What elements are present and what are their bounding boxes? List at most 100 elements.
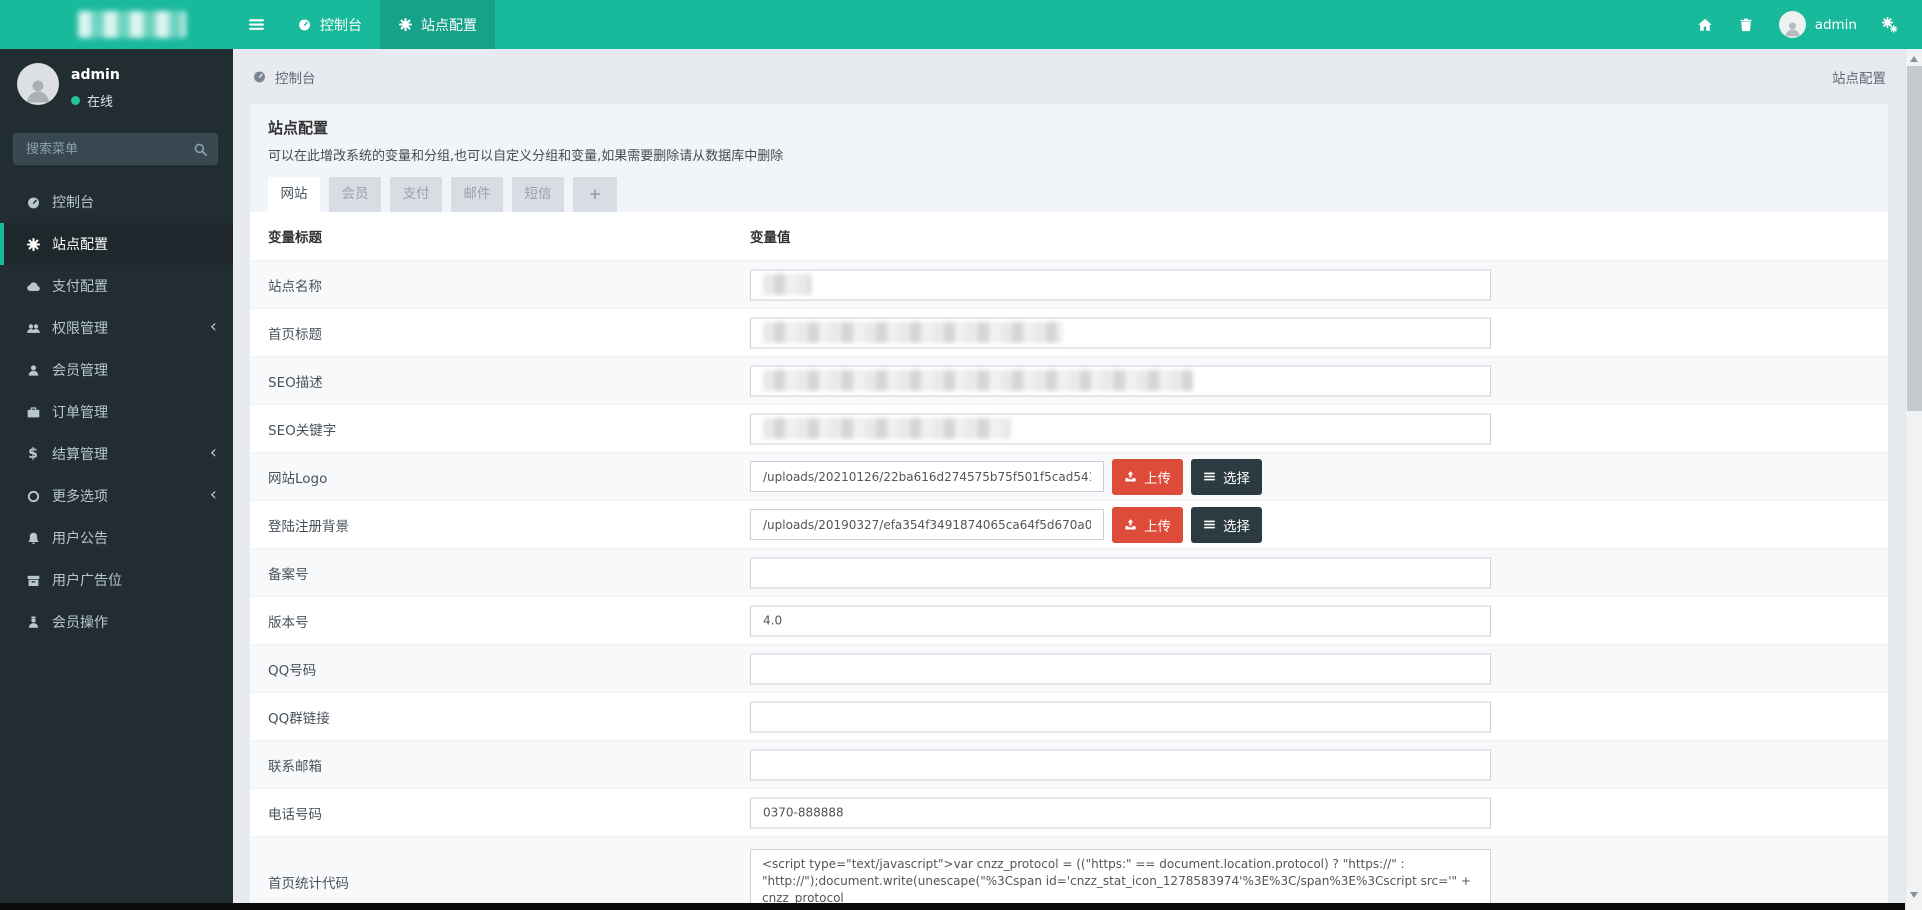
- app-logo[interactable]: [0, 0, 233, 49]
- user-icon: [28, 364, 38, 376]
- row-input-icp[interactable]: [750, 557, 1491, 588]
- gear-icon: [26, 237, 40, 251]
- row-label: 网站Logo: [268, 470, 328, 487]
- sidebar-item-settlement[interactable]: $ 结算管理 ‹: [0, 433, 233, 475]
- table-row-seo-desc: SEO描述: [250, 356, 1888, 404]
- sidebar-item-order[interactable]: 订单管理: [0, 391, 233, 433]
- row-textarea-stats-code[interactable]: [750, 849, 1491, 903]
- table-row-qq: QQ号码: [250, 644, 1888, 692]
- row-value: [750, 557, 1491, 588]
- row-value: [750, 269, 1491, 300]
- redacted-value-block: [763, 418, 1011, 439]
- table-header: 变量标题 变量值: [250, 212, 1888, 260]
- row-value: [750, 797, 1491, 828]
- scrollbar-down-arrow-icon[interactable]: [1910, 892, 1918, 898]
- choose-button[interactable]: 选择: [1191, 506, 1262, 543]
- user-status: 在线: [71, 91, 120, 110]
- row-input-site-name[interactable]: [750, 269, 1491, 300]
- top-navigation: 控制台 站点配置: [233, 0, 495, 49]
- row-value: [750, 701, 1491, 732]
- row-value: 上传选择: [750, 458, 1262, 495]
- tab-add[interactable]: +: [573, 177, 617, 212]
- sidebar-item-permission[interactable]: 权限管理 ‹: [0, 307, 233, 349]
- home-button[interactable]: [1697, 17, 1713, 33]
- row-input-version[interactable]: [750, 605, 1491, 636]
- table-row-site-name: 站点名称: [250, 260, 1888, 308]
- main-content: 控制台 站点配置 站点配置 可以在此增改系统的变量和分组,也可以自定义分组和变量…: [233, 49, 1905, 903]
- config-tabs: 网站 会员 支付 邮件 短信 +: [268, 177, 1870, 212]
- sidebar-search: [13, 133, 218, 165]
- tab-sms[interactable]: 短信: [512, 177, 564, 212]
- scrollbar-up-arrow-icon[interactable]: [1910, 56, 1918, 62]
- row-input-site-logo[interactable]: [750, 461, 1104, 492]
- topnav-item-console[interactable]: 控制台: [279, 0, 380, 49]
- search-input[interactable]: [14, 134, 217, 164]
- user-name: admin: [71, 67, 120, 83]
- operator-icon: [28, 616, 38, 628]
- config-table-body: 站点名称首页标题SEO描述SEO关键字网站Logo上传选择登陆注册背景上传选择备…: [250, 260, 1888, 903]
- row-value: [750, 365, 1491, 396]
- row-value: 上传选择: [750, 506, 1262, 543]
- sidebar-item-label: 会员操作: [52, 615, 108, 631]
- scrollbar-thumb[interactable]: [1907, 66, 1922, 411]
- topnav-item-site-config[interactable]: 站点配置: [380, 0, 495, 49]
- row-input-qq[interactable]: [750, 653, 1491, 684]
- breadcrumb-left-label: 控制台: [275, 70, 316, 87]
- upload-button[interactable]: 上传: [1112, 458, 1183, 495]
- sidebar-item-member[interactable]: 会员管理: [0, 349, 233, 391]
- sidebar-item-label: 权限管理: [52, 321, 108, 337]
- tab-website[interactable]: 网站: [268, 177, 320, 212]
- bottom-black-bar: [0, 903, 1905, 910]
- tab-payment[interactable]: 支付: [390, 177, 442, 212]
- archive-icon: [27, 575, 39, 586]
- tab-content: 变量标题 变量值 站点名称首页标题SEO描述SEO关键字网站Logo上传选择登陆…: [250, 212, 1888, 903]
- chevron-left-icon: ‹: [209, 316, 217, 338]
- row-label: SEO描述: [268, 374, 323, 391]
- tab-mail[interactable]: 邮件: [451, 177, 503, 212]
- breadcrumb-left[interactable]: 控制台: [252, 67, 316, 87]
- list-icon: [1204, 520, 1215, 529]
- chevron-left-icon: ‹: [209, 484, 217, 506]
- table-row-login-bg: 登陆注册背景 上传选择: [250, 500, 1888, 548]
- table-row-phone: 电话号码: [250, 788, 1888, 836]
- sidebar-item-member-ops[interactable]: 会员操作: [0, 601, 233, 643]
- gear-icon: [398, 17, 413, 32]
- sidebar-item-user-notice[interactable]: 用户公告: [0, 517, 233, 559]
- sidebar-item-site-config[interactable]: 站点配置: [0, 223, 233, 265]
- table-row-qq-group: QQ群链接: [250, 692, 1888, 740]
- upload-icon: [1125, 471, 1136, 482]
- choose-button[interactable]: 选择: [1191, 458, 1262, 495]
- menu-icon: [248, 19, 264, 30]
- sidebar-toggle-button[interactable]: [233, 0, 279, 49]
- site-config-panel: 站点配置 可以在此增改系统的变量和分组,也可以自定义分组和变量,如果需要删除请从…: [250, 104, 1888, 903]
- page-description: 可以在此增改系统的变量和分组,也可以自定义分组和变量,如果需要删除请从数据库中删…: [268, 149, 784, 164]
- dollar-icon: $: [28, 446, 38, 462]
- row-input-login-bg[interactable]: [750, 509, 1104, 540]
- cogs-icon: [1882, 16, 1898, 33]
- person-icon: [27, 80, 49, 103]
- sidebar-item-payment-config[interactable]: 支付配置: [0, 265, 233, 307]
- tab-member[interactable]: 会员: [329, 177, 381, 212]
- sidebar-item-console[interactable]: 控制台: [0, 181, 233, 223]
- topbar-user-menu[interactable]: admin: [1778, 11, 1857, 38]
- settings-button[interactable]: [1882, 16, 1898, 33]
- row-input-qq-group[interactable]: [750, 701, 1491, 732]
- trash-button[interactable]: [1738, 17, 1754, 33]
- sidebar-item-more-options[interactable]: 更多选项 ‹: [0, 475, 233, 517]
- row-input-email[interactable]: [750, 749, 1491, 780]
- row-label: 站点名称: [268, 278, 322, 295]
- sidebar-menu: 控制台站点配置 支付配置权限管理 ‹ 会员管理 订单管理 $ 结算管理 ‹ 更多选项 ‹ 用户公告用…: [0, 181, 233, 643]
- row-input-phone[interactable]: [750, 797, 1491, 828]
- row-label: QQ号码: [268, 662, 317, 679]
- topnav-item-label: 站点配置: [421, 17, 477, 34]
- redacted-value-block: [763, 322, 1063, 343]
- table-row-email: 联系邮箱: [250, 740, 1888, 788]
- cloud-icon: [26, 281, 40, 291]
- vertical-scrollbar[interactable]: [1905, 49, 1922, 910]
- column-header-title: 变量标题: [268, 230, 322, 246]
- row-value: [750, 317, 1491, 348]
- sidebar-item-user-ad[interactable]: 用户广告位: [0, 559, 233, 601]
- breadcrumb-right-label: 站点配置: [1832, 70, 1886, 87]
- upload-button[interactable]: 上传: [1112, 506, 1183, 543]
- sidebar-item-label: 控制台: [52, 195, 94, 211]
